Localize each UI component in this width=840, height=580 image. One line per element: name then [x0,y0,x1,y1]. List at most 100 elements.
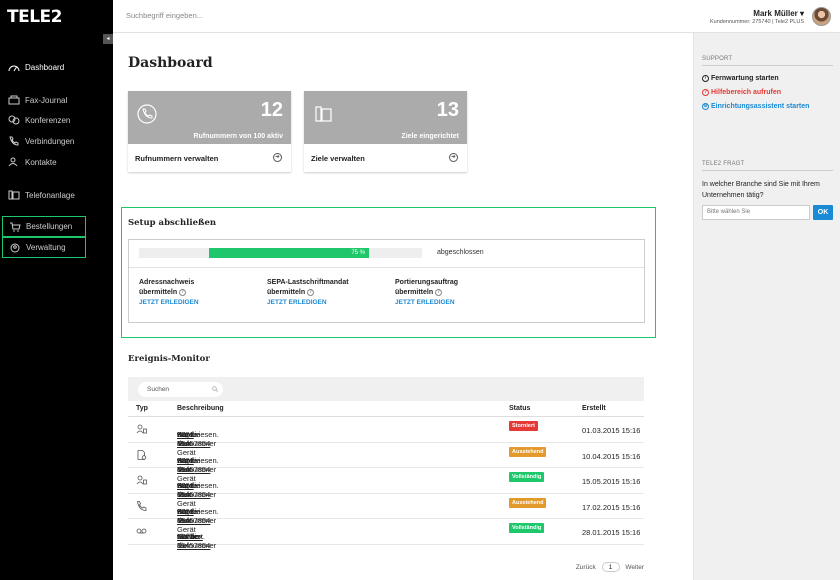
sidebar-item-label: Verbindungen [25,136,75,146]
status-badge: Vollständig [509,472,545,482]
task-title: Portierungsauftrag [395,279,459,286]
sidebar-item-label: Konferenzen [25,115,71,125]
sidebar-item-label: Verwaltung [26,243,66,252]
table-row[interactable]: Für die Rufnummer 0221 16457854 wurde de… [128,443,644,483]
table-row[interactable]: Für die Rufnummer 0221 16457854 wurde di… [128,519,644,550]
event-date: 15.05.2015 15:16 [582,477,641,486]
support-link-label[interactable]: Hilfebereich aufrufen [711,89,781,96]
sidebar-item-dashboard[interactable]: Dashboard [0,58,113,76]
phone-icon [8,136,20,146]
card-number: 12 [260,99,283,121]
user-device-icon [136,475,147,485]
col-type[interactable]: Typ [136,405,148,412]
sidebar-item-label: Dashboard [25,62,65,72]
task-sepa: SEPA-Lastschriftmandat übermitteln ? JET… [267,278,392,306]
phone-system-icon [8,190,20,200]
desc-text: zugewiesen. [177,455,219,465]
sidebar-item-label: Kontakte [25,157,57,167]
divider [129,267,644,268]
tele2-asks-heading: TELE2 FRAGT [702,161,833,171]
industry-select[interactable]: Bitte wählen Sie [702,205,810,220]
card-header: 13 Ziele eingerichtet [304,91,467,144]
page-title: Dashboard [128,55,213,71]
task-link[interactable]: JETZT ERLEDIGEN [395,299,520,306]
card-action[interactable]: Rufnummern verwalten ➔ [128,144,291,172]
progress-bar: 75 % [139,248,422,258]
user-menu[interactable]: Mark Müller ▾ Kundennummer: 275740 | Tel… [710,9,804,25]
sidebar-item-verwaltung[interactable]: Verwaltung [2,237,86,258]
wrench-icon: ⚙ [702,103,709,110]
event-monitor: Typ Beschreibung Status Erstellt Für die… [128,377,644,572]
table-row[interactable]: Für die Rufnummer 0221 16457854 wurde de… [128,494,644,534]
conference-icon [8,115,20,125]
sidebar-item-telefonanlage[interactable]: Telefonanlage [0,186,113,204]
table-row[interactable]: Für die Rufnummer 0221 16457854 wurde de… [128,417,644,457]
admin-icon [9,243,21,253]
status-badge: Storniert [509,421,538,431]
task-subtitle: übermitteln [267,289,306,296]
card-header: 12 Rufnummern von 100 aktiv [128,91,291,144]
col-created[interactable]: Erstellt [582,405,606,412]
avatar[interactable] [812,7,831,26]
monitor-search-input[interactable] [138,382,223,397]
top-bar: TELE2 Mark Müller ▾ Kundennummer: 275740… [0,0,840,33]
task-title: Adressnachweis [139,279,195,286]
desc-text: zugewiesen. [177,430,219,439]
sidebar-item-konferenzen[interactable]: Konferenzen [0,111,113,129]
card-action-label[interactable]: Rufnummern verwalten [135,154,218,163]
ok-button[interactable]: OK [813,205,833,220]
arrow-right-icon[interactable]: ➔ [449,153,458,162]
col-description[interactable]: Beschreibung [177,405,224,412]
status-badge: Vollständig [509,523,545,533]
sidebar-item-bestellungen[interactable]: Bestellungen [2,216,86,237]
task-link[interactable]: JETZT ERLEDIGEN [267,299,392,306]
card-rufnummern[interactable]: 12 Rufnummern von 100 aktiv Rufnummern v… [128,91,291,172]
sidebar-item-verbindungen[interactable]: Verbindungen [0,132,113,150]
sidebar-item-fax-journal[interactable]: Fax-Journal [0,91,113,109]
next-page-button[interactable]: Weiter [625,564,644,571]
main-content: Dashboard 12 Rufnummern von 100 aktiv Ru… [113,33,693,580]
support-link-wizard[interactable]: ⚙ Einrichtungsassistent starten [702,103,809,110]
event-date: 28.01.2015 15:16 [582,528,641,537]
progress-fill: 75 % [209,248,369,258]
card-action-label[interactable]: Ziele verwalten [311,154,365,163]
event-date: 10.04.2015 15:16 [582,451,641,461]
support-link-remote[interactable]: › Fernwartung starten [702,75,779,82]
monitor-toolbar [128,377,644,401]
setup-title: Setup abschließen [128,218,217,228]
task-subtitle: übermitteln [139,289,178,296]
help-icon[interactable]: ? [435,288,443,296]
arrow-right-icon[interactable]: ➔ [273,153,282,162]
search-input[interactable] [126,11,376,20]
support-link-help[interactable]: ? Hilfebereich aufrufen [702,89,781,96]
card-action[interactable]: Ziele verwalten ➔ [304,144,467,172]
phone-icon [137,500,147,511]
user-name[interactable]: Mark Müller ▾ [710,9,804,18]
sidebar-item-kontakte[interactable]: Kontakte [0,153,113,171]
support-link-label[interactable]: Einrichtungsassistent starten [711,103,809,110]
fax-icon [8,95,20,105]
card-number: 13 [436,99,459,121]
support-link-label[interactable]: Fernwartung starten [711,75,779,82]
table-row[interactable]: Für die Rufnummer 0221 16457854 wurde de… [128,468,644,508]
search-icon[interactable] [212,386,218,392]
card-ziele[interactable]: 13 Ziele eingerichtet Ziele verwalten ➔ [304,91,467,172]
help-icon[interactable]: ? [179,288,187,296]
user-device-icon [136,424,147,434]
progress-status: abgeschlossen [437,249,484,256]
help-icon[interactable]: ? [307,288,315,296]
sidebar-item-label: Fax-Journal [25,95,68,105]
task-portierung: Portierungsauftrag übermitteln ? JETZT E… [395,278,520,306]
prev-page-button[interactable]: Zurück [576,564,596,571]
gauge-icon [8,62,20,72]
event-date: 01.03.2015 15:16 [582,426,641,435]
col-status[interactable]: Status [509,405,530,412]
collapse-sidebar-button[interactable]: ◂ [103,34,113,44]
document-icon [137,449,147,460]
task-adressnachweis: Adressnachweis übermitteln ? JETZT ERLED… [139,278,264,306]
page-number[interactable]: 1 [601,562,620,572]
sidebar-item-label: Telefonanlage [25,190,75,200]
tele2-logo[interactable]: TELE2 [0,0,113,33]
task-link[interactable]: JETZT ERLEDIGEN [139,299,264,306]
survey-question: In welcher Branche sind Sie mit Ihrem Un… [702,181,820,199]
